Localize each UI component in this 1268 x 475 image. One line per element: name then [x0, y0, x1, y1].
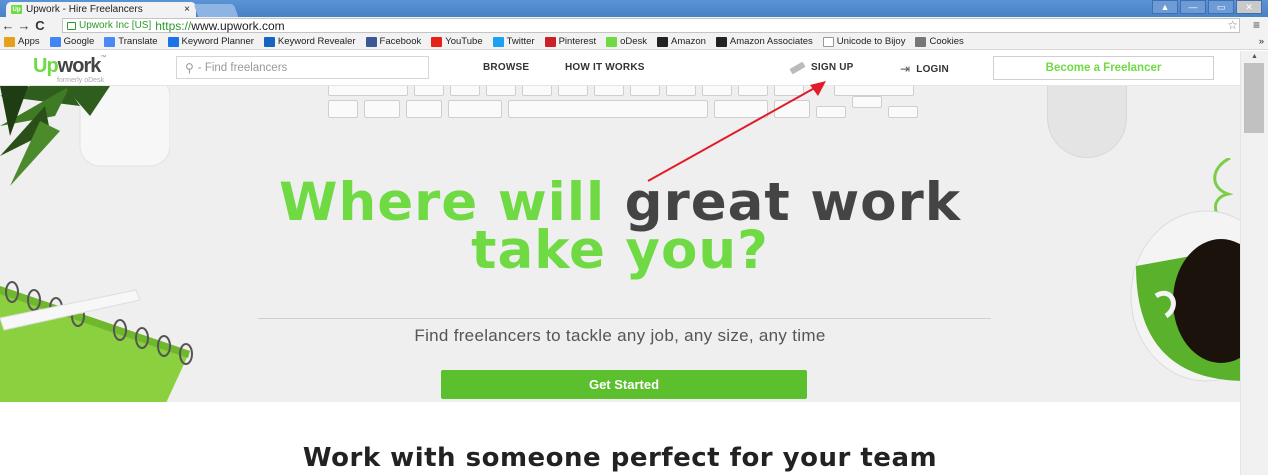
bookmark-label: Keyword Planner	[181, 36, 254, 47]
twitter-icon	[492, 36, 504, 47]
upwork-logo[interactable]: Upwork™ formerly oDesk	[33, 55, 107, 84]
chrome-menu-icon[interactable]: ≡	[1253, 18, 1260, 32]
toolbar: ← → C Upwork Inc [US] https:// www.upwor…	[0, 17, 1268, 34]
nav-browse-link[interactable]: BROWSE	[483, 62, 529, 73]
bookmark-star-icon[interactable]: ☆	[1227, 18, 1238, 32]
bookmark-google[interactable]: Google	[49, 36, 95, 47]
facebook-icon	[365, 36, 377, 47]
bookmark-label: Facebook	[379, 36, 422, 47]
browser-window: Up Upwork - Hire Freelancers × ▲ — ▭ ✕ ←…	[0, 0, 1268, 475]
site-header: Upwork™ formerly oDesk ⚲ - Find freelanc…	[0, 51, 1240, 86]
bookmark-translate[interactable]: Translate	[104, 36, 158, 47]
back-arrow-icon[interactable]: ←	[0, 18, 16, 33]
keyword-planner-icon	[167, 36, 179, 47]
address-bar[interactable]: Upwork Inc [US] https:// www.upwork.com	[62, 18, 1240, 33]
signup-label: SIGN UP	[811, 62, 854, 73]
hero-subtitle: Find freelancers to tackle any job, any …	[414, 326, 826, 345]
bookmarks-bar: Apps Google Translate Keyword Planner Keywor…	[0, 34, 1268, 50]
lock-icon	[67, 21, 76, 30]
nav-signup-link[interactable]: SIGN UP	[789, 61, 854, 74]
keyword-revealer-icon	[263, 36, 275, 47]
bookmark-gear[interactable]: Cookies	[915, 36, 964, 47]
login-label: LOGIN	[916, 63, 949, 75]
search-placeholder: - Find freelancers	[197, 61, 288, 74]
team-section-title: Work with someone perfect for your team	[302, 443, 938, 473]
bookmark-label: YouTube	[445, 36, 483, 47]
tab-close-icon[interactable]: ×	[184, 4, 190, 15]
bookmark-twitter[interactable]: Twitter	[492, 36, 535, 47]
user-profile-icon[interactable]: ▲	[1152, 0, 1178, 14]
url-scheme: https://	[155, 18, 192, 33]
bookmark-amazon[interactable]: Amazon	[657, 36, 706, 47]
minimize-icon[interactable]: —	[1180, 0, 1206, 14]
browser-tab[interactable]: Up Upwork - Hire Freelancers ×	[6, 2, 196, 17]
keyboard-image	[322, 86, 954, 126]
nav-how-it-works-link[interactable]: HOW IT WORKS	[565, 62, 645, 73]
pencil-icon	[789, 61, 806, 74]
bookmark-label: Unicode to Bijoy	[836, 36, 906, 47]
url-host: www.upwork.com	[191, 18, 285, 33]
new-tab-button[interactable]	[193, 4, 239, 17]
bookmark-label: Pinterest	[558, 36, 597, 47]
become-freelancer-button[interactable]: Become a Freelancer	[993, 56, 1214, 80]
bookmark-odesk[interactable]: oDesk	[606, 36, 647, 47]
bookmark-amazon-associates[interactable]: Amazon Associates	[715, 36, 813, 47]
bookmark-youtube[interactable]: YouTube	[431, 36, 483, 47]
scroll-up-icon[interactable]: ▲	[1251, 53, 1258, 60]
hero-section: Where will great work take you? Find fre…	[0, 86, 1240, 402]
bookmark-label: Apps	[18, 36, 40, 47]
gear-icon	[915, 36, 927, 47]
maximize-icon[interactable]: ▭	[1208, 0, 1234, 14]
bookmark-pinterest[interactable]: Pinterest	[544, 36, 597, 47]
team-section: Work with someone perfect for your team	[0, 402, 1240, 475]
reload-icon[interactable]: C	[32, 18, 48, 33]
bookmark-keyword-planner[interactable]: Keyword Planner	[167, 36, 254, 47]
upwork-favicon-icon: Up	[11, 5, 22, 14]
scrollbar-thumb[interactable]	[1244, 63, 1264, 133]
bookmark-facebook[interactable]: Facebook	[365, 36, 422, 47]
youtube-icon	[431, 36, 443, 47]
login-icon: ⇥	[900, 62, 911, 76]
get-started-button[interactable]: Get Started	[441, 370, 807, 399]
nav-login-link[interactable]: ⇥ LOGIN	[900, 62, 949, 76]
bookmark-label: Cookies	[929, 36, 964, 47]
bookmark-label: Amazon	[671, 36, 706, 47]
hero-headline-line-2: take you?	[471, 220, 769, 281]
bookmark-apps[interactable]: Apps	[4, 36, 40, 47]
logo-up: Up	[33, 55, 59, 77]
bookmark-keyword-revealer[interactable]: Keyword Revealer	[263, 36, 356, 47]
google-icon	[49, 36, 61, 47]
bookmarks-overflow-icon[interactable]: »	[1259, 36, 1264, 47]
amazon-associates-icon	[715, 36, 727, 47]
tab-title: Upwork - Hire Freelancers	[26, 4, 143, 15]
pinterest-icon	[544, 36, 556, 47]
bookmark-label: Keyword Revealer	[277, 36, 356, 47]
search-icon: ⚲	[185, 60, 194, 75]
site-identity[interactable]: Upwork Inc [US]	[79, 20, 151, 31]
logo-tm: ™	[100, 55, 107, 61]
bookmark-label: Google	[63, 36, 95, 47]
forward-arrow-icon[interactable]: →	[16, 18, 32, 33]
logo-formerly-text: formerly oDesk	[57, 77, 105, 84]
hero-divider	[258, 318, 991, 319]
bookmark-label: Translate	[118, 36, 158, 47]
upwork-page: Upwork™ formerly oDesk ⚲ - Find freelanc…	[0, 51, 1240, 475]
bookmark-label: oDesk	[620, 36, 648, 47]
window-controls: ▲ — ▭ ✕	[1152, 0, 1262, 14]
translate-icon	[104, 36, 116, 47]
odesk-icon	[606, 36, 618, 47]
close-window-icon[interactable]: ✕	[1236, 0, 1262, 14]
bookmark-page[interactable]: Unicode to Bijoy	[822, 36, 906, 47]
page-icon	[822, 36, 834, 47]
vertical-scrollbar[interactable]: ▲	[1240, 51, 1268, 475]
search-input[interactable]: ⚲ - Find freelancers	[176, 56, 429, 79]
bookmark-label: Twitter	[506, 36, 535, 47]
mouse-image	[1047, 86, 1127, 158]
amazon-icon	[657, 36, 669, 47]
apps-icon	[4, 36, 15, 47]
bookmark-label: Amazon Associates	[729, 36, 813, 47]
logo-work: work	[57, 55, 102, 77]
tab-strip: Up Upwork - Hire Freelancers × ▲ — ▭ ✕	[0, 0, 1268, 17]
